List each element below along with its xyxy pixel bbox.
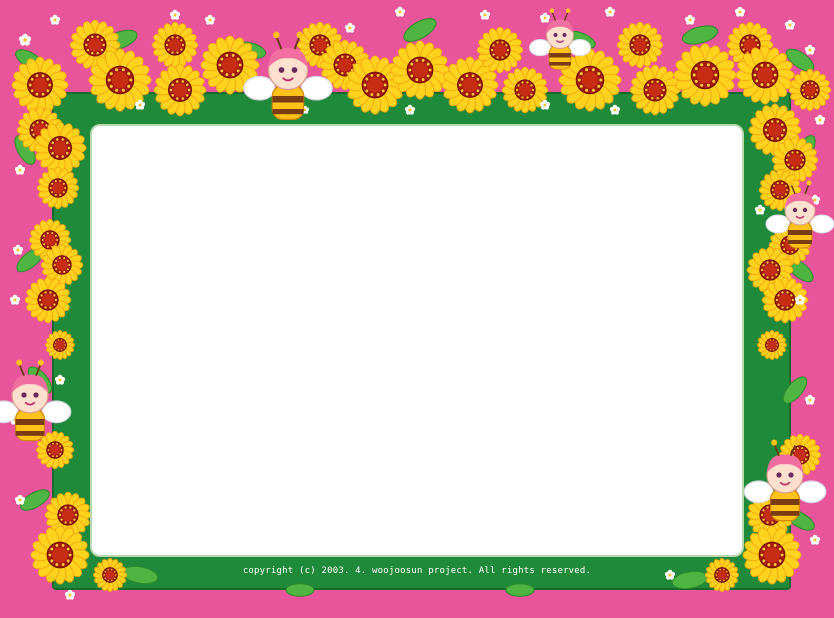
content-panel bbox=[90, 124, 744, 557]
daisy-icon bbox=[344, 22, 356, 33]
daisy-icon bbox=[479, 9, 491, 20]
daisy-icon bbox=[804, 44, 816, 55]
sunflower-icon bbox=[735, 45, 795, 105]
daisy-icon bbox=[394, 6, 406, 17]
daisy-icon bbox=[54, 374, 66, 385]
daisy-icon bbox=[684, 14, 696, 25]
sunflower-icon bbox=[390, 40, 450, 100]
leaf-icon bbox=[285, 583, 315, 597]
sunflower-icon bbox=[629, 64, 681, 116]
sunflower-frame-page: copyright (c) 2003. 4. woojoosun project… bbox=[0, 0, 834, 618]
sunflower-icon bbox=[36, 166, 80, 210]
sunflower-icon bbox=[45, 330, 75, 360]
leaf-icon bbox=[505, 583, 535, 597]
sunflower-icon bbox=[673, 43, 737, 107]
leaf-icon bbox=[782, 376, 808, 404]
daisy-icon bbox=[604, 6, 616, 17]
sunflower-icon bbox=[788, 68, 832, 112]
daisy-icon bbox=[49, 14, 61, 25]
daisy-icon bbox=[169, 9, 181, 20]
daisy-icon bbox=[814, 114, 826, 125]
sunflower-icon bbox=[476, 26, 524, 74]
sunflower-icon bbox=[30, 525, 90, 585]
sunflower-icon bbox=[153, 63, 207, 117]
sunflower-icon bbox=[92, 557, 128, 593]
daisy-icon bbox=[12, 244, 24, 255]
daisy-icon bbox=[734, 6, 746, 17]
sunflower-icon bbox=[33, 121, 87, 175]
sunflower-icon bbox=[24, 276, 72, 324]
sunflower-icon bbox=[742, 525, 802, 585]
daisy-icon bbox=[754, 204, 766, 215]
sunflower-icon bbox=[616, 21, 664, 69]
daisy-icon bbox=[784, 19, 796, 30]
daisy-icon bbox=[804, 394, 816, 405]
daisy-icon bbox=[404, 104, 416, 115]
leaf-icon bbox=[681, 25, 719, 45]
sunflower-icon bbox=[704, 557, 740, 593]
copyright-text: copyright (c) 2003. 4. woojoosun project… bbox=[242, 566, 592, 576]
daisy-icon bbox=[14, 164, 26, 175]
sunflower-icon bbox=[11, 56, 69, 114]
sunflower-icon bbox=[757, 330, 787, 360]
daisy-icon bbox=[609, 104, 621, 115]
daisy-icon bbox=[204, 14, 216, 25]
sunflower-icon bbox=[151, 21, 199, 69]
daisy-icon bbox=[64, 589, 76, 600]
daisy-icon bbox=[809, 534, 821, 545]
daisy-icon bbox=[539, 12, 551, 23]
daisy-icon bbox=[9, 294, 21, 305]
daisy-icon bbox=[18, 33, 32, 46]
